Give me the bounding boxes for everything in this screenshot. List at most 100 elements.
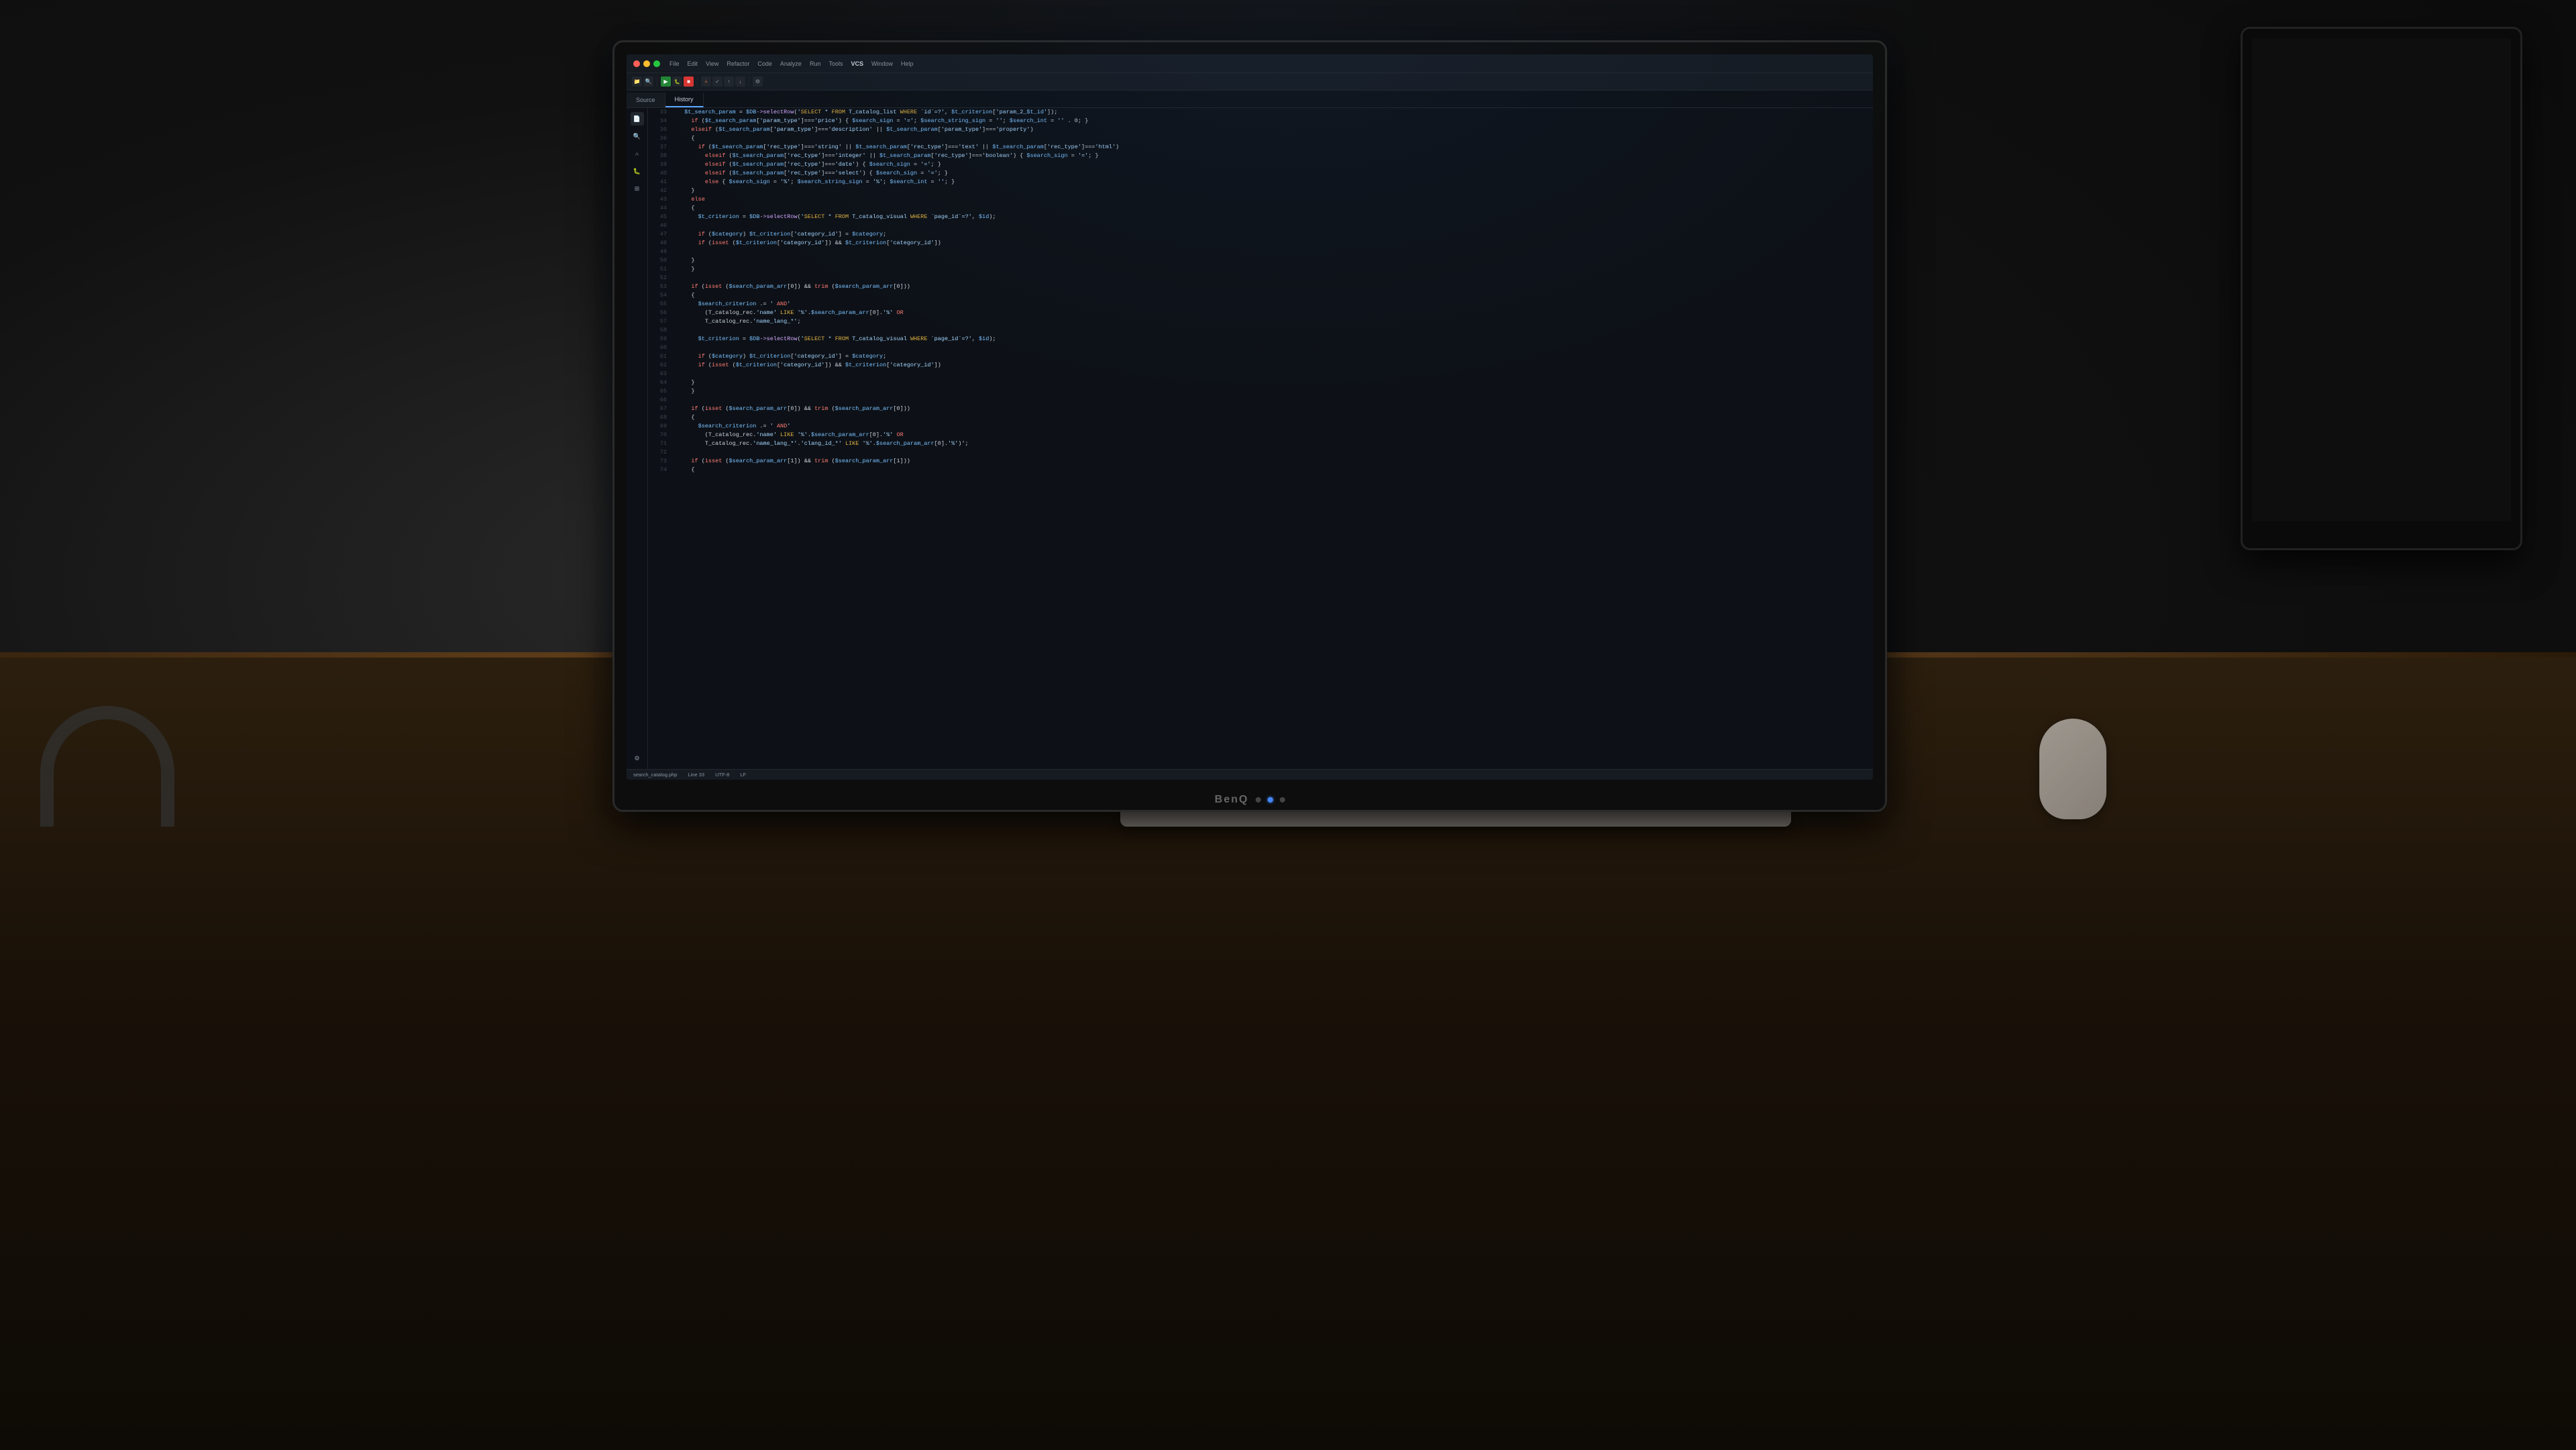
line-code: $t_criterion = $DB->selectRow('SELECT * … [674, 213, 1873, 221]
toolbar-settings-icon[interactable]: ⚙ [753, 76, 763, 87]
line-code [674, 248, 1873, 256]
line-number: 39 [648, 160, 674, 169]
line-row: 47 if ($category) $t_criterion['category… [648, 230, 1873, 239]
toolbar-push-icon[interactable]: ↑ [724, 76, 734, 87]
sidebar-search-icon[interactable]: 🔍 [631, 130, 644, 143]
line-row: 48 if (isset ($t_criterion['category_id'… [648, 239, 1873, 248]
minimize-btn[interactable] [643, 60, 650, 67]
tab-bar: Source History [627, 91, 1873, 108]
line-row: 44 { [648, 204, 1873, 213]
toolbar-run-icon[interactable]: ▶ [661, 76, 671, 87]
tab-source[interactable]: Source [627, 93, 665, 107]
line-code: elseif ($t_search_param['rec_type']==='i… [674, 152, 1873, 160]
close-btn[interactable] [633, 60, 640, 67]
line-row: 42 } [648, 187, 1873, 195]
toolbar-search-icon[interactable]: 🔍 [643, 76, 653, 87]
line-code: { [674, 204, 1873, 213]
line-number: 35 [648, 125, 674, 134]
line-number: 33 [648, 108, 674, 117]
chin-dot-2 [1267, 797, 1273, 802]
menu-code[interactable]: Code [757, 60, 772, 67]
toolbar-folder-icon[interactable]: 📁 [632, 76, 642, 87]
tab-history[interactable]: History [665, 93, 704, 107]
menu-view[interactable]: View [706, 60, 718, 67]
toolbar: 📁 🔍 ▶ 🐛 ■ ⑃ ✓ ↑ ↓ ⚙ [627, 73, 1873, 91]
line-number: 36 [648, 134, 674, 143]
line-code [674, 370, 1873, 378]
line-code: if ($category) $t_criterion['category_id… [674, 352, 1873, 361]
sidebar-extensions-icon[interactable]: ⊞ [631, 182, 644, 195]
line-row: 56 (T_catalog_rec.'name' LIKE '%'.$searc… [648, 309, 1873, 317]
toolbar-git-icon[interactable]: ⑃ [701, 76, 711, 87]
line-row: 61 if ($category) $t_criterion['category… [648, 352, 1873, 361]
line-number: 46 [648, 221, 674, 230]
line-row: 46 [648, 221, 1873, 230]
line-number: 51 [648, 265, 674, 274]
status-file: search_catalog.php [633, 772, 677, 778]
line-row: 74 { [648, 466, 1873, 474]
maximize-btn[interactable] [653, 60, 660, 67]
line-code [674, 448, 1873, 457]
line-code: (T_catalog_rec.'name' LIKE '%'.$search_p… [674, 431, 1873, 439]
line-number: 64 [648, 378, 674, 387]
line-code: $t_criterion = $DB->selectRow('SELECT * … [674, 335, 1873, 344]
sidebar-files-icon[interactable]: 📄 [631, 112, 644, 125]
line-row: 59 $t_criterion = $DB->selectRow('SELECT… [648, 335, 1873, 344]
line-row: 70 (T_catalog_rec.'name' LIKE '%'.$searc… [648, 431, 1873, 439]
line-number: 71 [648, 439, 674, 448]
line-number: 54 [648, 291, 674, 300]
sidebar-git-icon[interactable]: ⑃ [631, 147, 644, 160]
line-number: 53 [648, 282, 674, 291]
scene: File Edit View Refactor Code Analyze Run… [0, 0, 2576, 1450]
toolbar-stop-icon[interactable]: ■ [684, 76, 694, 87]
line-number: 47 [648, 230, 674, 239]
menu-refactor[interactable]: Refactor [727, 60, 749, 67]
line-row: 51 } [648, 265, 1873, 274]
line-code: $search_criterion .= ' AND' [674, 422, 1873, 431]
line-code: if (isset ($search_param_arr[0]) && trim… [674, 405, 1873, 413]
menu-vcs[interactable]: VCS [851, 60, 863, 67]
line-code: { [674, 413, 1873, 422]
menu-file[interactable]: File [669, 60, 680, 67]
line-number: 48 [648, 239, 674, 248]
line-code: if ($category) $t_criterion['category_id… [674, 230, 1873, 239]
toolbar-commit-icon[interactable]: ✓ [712, 76, 722, 87]
sidebar-debug-icon2[interactable]: 🐛 [631, 164, 644, 178]
main-screen: File Edit View Refactor Code Analyze Run… [627, 54, 1873, 780]
menu-analyze[interactable]: Analyze [780, 60, 802, 67]
line-row: 40 elseif ($t_search_param['rec_type']==… [648, 169, 1873, 178]
line-row: 45 $t_criterion = $DB->selectRow('SELECT… [648, 213, 1873, 221]
right-monitor [2241, 27, 2522, 550]
line-row: 50 } [648, 256, 1873, 265]
line-code: elseif ($t_search_param['rec_type']==='d… [674, 160, 1873, 169]
line-row: 63 [648, 370, 1873, 378]
monitor-chin-area: BenQ [1215, 794, 1285, 806]
title-bar: File Edit View Refactor Code Analyze Run… [627, 54, 1873, 73]
line-code: elseif ($t_search_param['rec_type']==='s… [674, 169, 1873, 178]
line-number: 60 [648, 344, 674, 352]
line-code: if (isset ($search_param_arr[1]) && trim… [674, 457, 1873, 466]
line-number: 34 [648, 117, 674, 125]
line-number: 40 [648, 169, 674, 178]
toolbar-debug-icon[interactable]: 🐛 [672, 76, 682, 87]
chin-dot-3 [1279, 797, 1285, 802]
status-bar: search_catalog.php Line 33 UTF-8 LF [627, 769, 1873, 780]
line-number: 55 [648, 300, 674, 309]
menu-edit[interactable]: Edit [688, 60, 698, 67]
line-number: 57 [648, 317, 674, 326]
line-row: 69 $search_criterion .= ' AND' [648, 422, 1873, 431]
menu-help[interactable]: Help [901, 60, 914, 67]
menu-window[interactable]: Window [871, 60, 893, 67]
menu-run[interactable]: Run [810, 60, 821, 67]
line-code [674, 274, 1873, 282]
sidebar-settings-icon2[interactable]: ⚙ [631, 752, 644, 765]
code-editor[interactable]: 33 $t_search_param = $DB->selectRow('SEL… [648, 108, 1873, 769]
line-code: $t_search_param = $DB->selectRow('SELECT… [674, 108, 1873, 117]
toolbar-pull-icon[interactable]: ↓ [735, 76, 745, 87]
line-row: 34 if ($t_search_param['param_type']==='… [648, 117, 1873, 125]
line-code: T_catalog_rec.'name_lang_*'; [674, 317, 1873, 326]
menu-tools[interactable]: Tools [828, 60, 843, 67]
line-row: 54 { [648, 291, 1873, 300]
line-row: 43 else [648, 195, 1873, 204]
status-eol: LF [740, 772, 746, 778]
